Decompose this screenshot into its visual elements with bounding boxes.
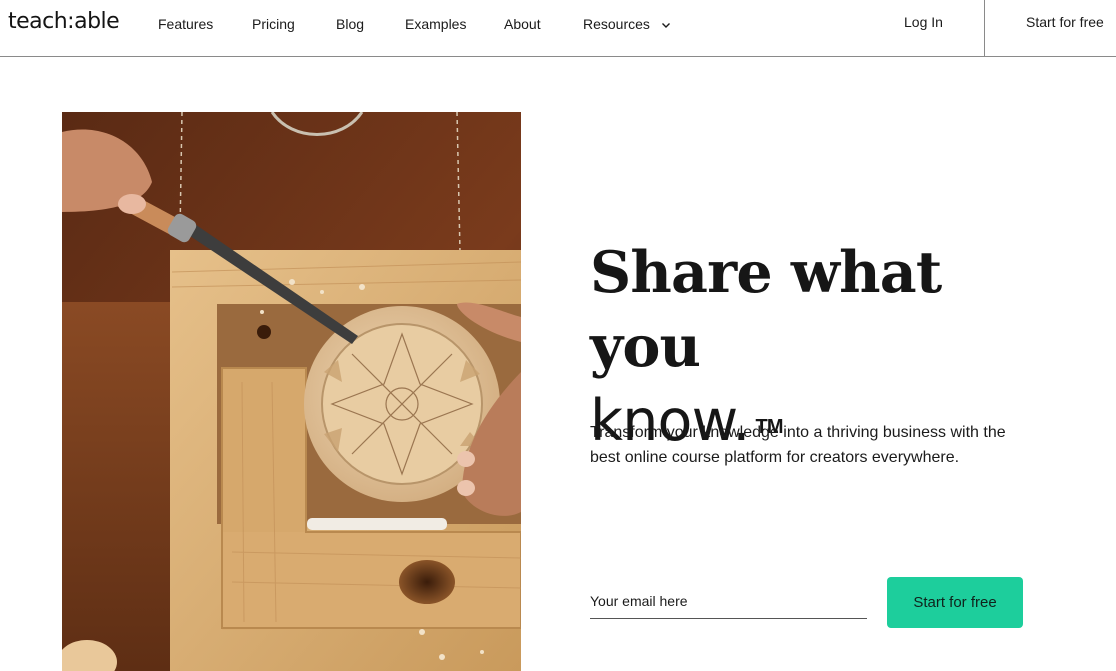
email-input[interactable] (590, 586, 867, 616)
start-for-free-button[interactable]: Start for free (887, 577, 1023, 628)
nav-examples[interactable]: Examples (405, 16, 466, 32)
email-field-container (590, 586, 867, 619)
nav-resources-label: Resources (583, 16, 650, 32)
chevron-down-icon (660, 18, 672, 30)
nav-features[interactable]: Features (158, 16, 213, 32)
nav-blog[interactable]: Blog (336, 16, 364, 32)
hero-headline-line1: Share what you (590, 239, 942, 380)
nav-about[interactable]: About (504, 16, 541, 32)
header-start-for-free-button[interactable]: Start for free (1026, 14, 1104, 30)
login-link[interactable]: Log In (904, 14, 943, 30)
header-divider (984, 0, 985, 56)
nav-pricing[interactable]: Pricing (252, 16, 295, 32)
woodcarving-hero-image (62, 112, 521, 671)
teachable-logo[interactable]: teach:able (8, 9, 120, 34)
nav-resources[interactable]: Resources (583, 16, 672, 32)
site-header: teach:able Features Pricing Blog Example… (0, 0, 1116, 57)
hero-subtitle: Transform your knowledge into a thriving… (590, 424, 1006, 466)
